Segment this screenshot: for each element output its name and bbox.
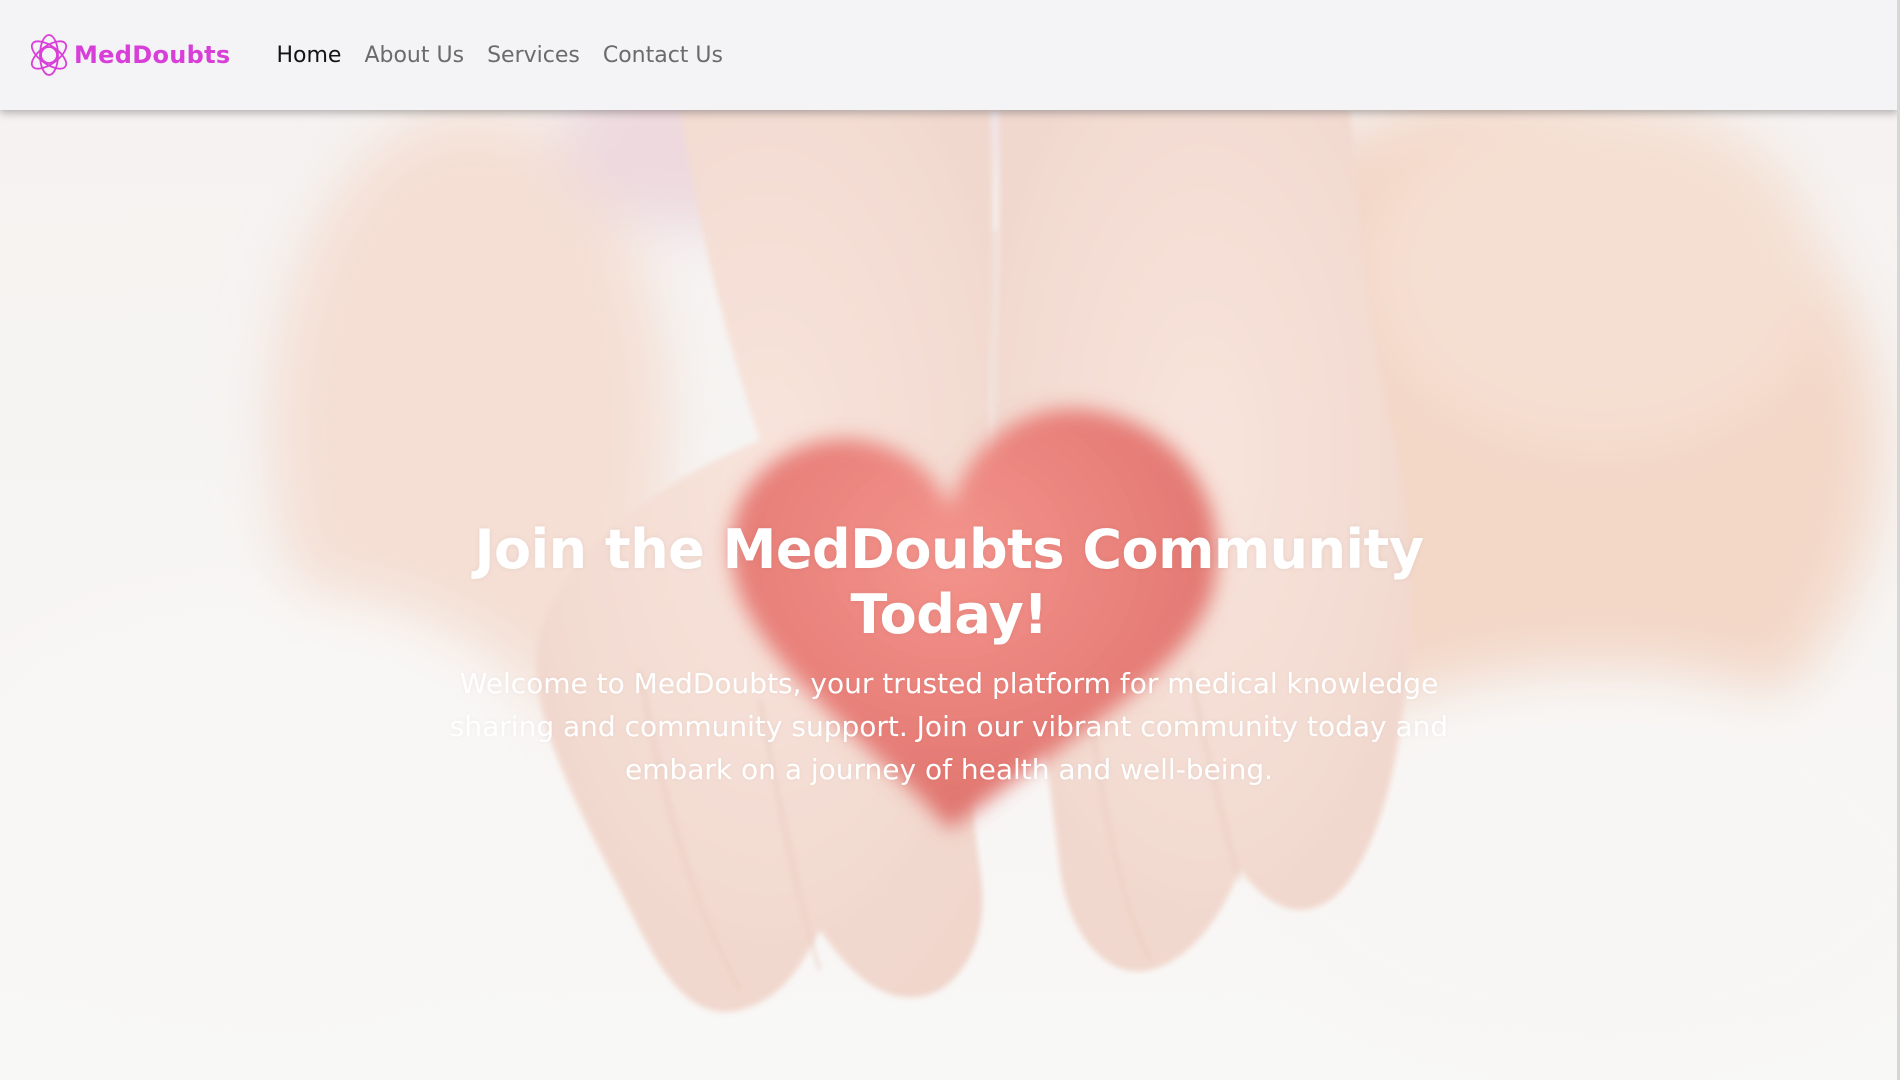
nav-item-contact-us[interactable]: Contact Us bbox=[603, 43, 723, 68]
nav-menu: Home About Us Services Contact Us bbox=[276, 43, 746, 68]
navbar: MedDoubts Home About Us Services Contact… bbox=[0, 0, 1898, 110]
brand-link[interactable]: MedDoubts bbox=[26, 32, 230, 78]
brand-name: MedDoubts bbox=[74, 41, 231, 69]
hero-section: Join the MedDoubts Community Today! Welc… bbox=[0, 110, 1900, 1080]
orbit-ring-logo-icon bbox=[30, 34, 68, 76]
hero-title: Join the MedDoubts Community Today! bbox=[474, 518, 1424, 646]
nav-item-about-us[interactable]: About Us bbox=[364, 43, 464, 68]
nav-item-services[interactable]: Services bbox=[487, 43, 580, 68]
page: MedDoubts Home About Us Services Contact… bbox=[0, 0, 1900, 1080]
nav-item-home[interactable]: Home bbox=[276, 43, 341, 68]
hero-content: Join the MedDoubts Community Today! Welc… bbox=[410, 518, 1488, 791]
hero-description: Welcome to MedDoubts, your trusted platf… bbox=[449, 666, 1449, 786]
